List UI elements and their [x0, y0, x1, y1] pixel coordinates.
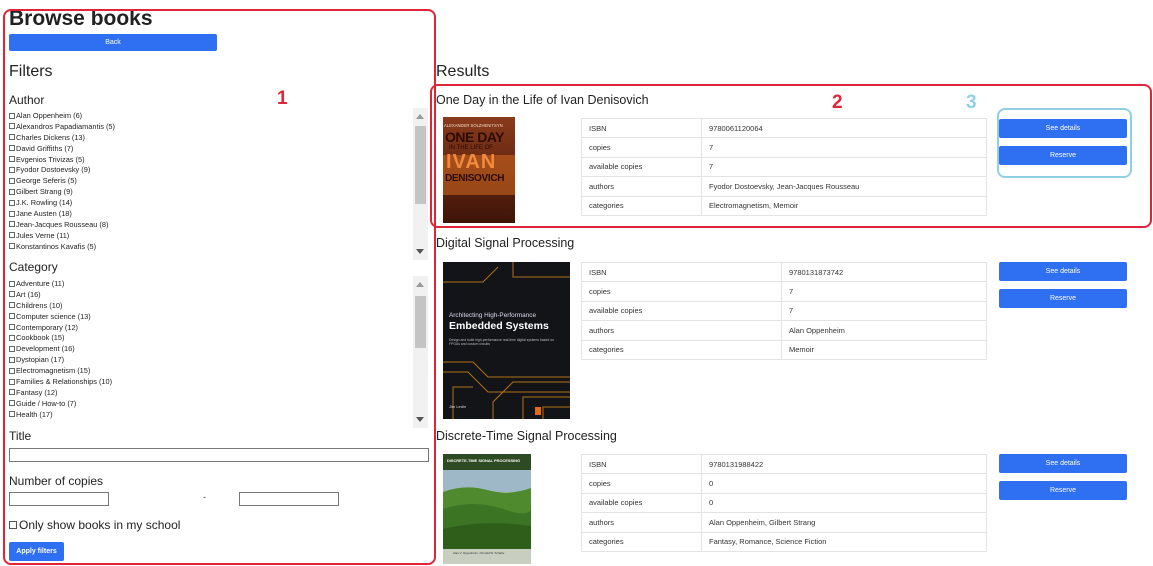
field-key: authors — [581, 320, 782, 341]
table-row: categories Memoir — [581, 339, 987, 360]
field-key: available copies — [581, 300, 782, 322]
book-info-table: ISBN 9780131988422 copies 0 available copi… — [581, 453, 987, 552]
table-row: ISBN 9780131873742 — [581, 261, 987, 283]
annotation-label-2: 2 — [832, 92, 843, 113]
field-value: 0 — [701, 473, 987, 494]
field-value: Alan Oppenheim, Gilbert Strang — [701, 512, 987, 533]
field-value: Alan Oppenheim — [781, 320, 987, 341]
field-value: 9780131988422 — [701, 453, 987, 475]
book-cover-image: Architecting High-Performance Embedded S… — [443, 262, 570, 419]
cover-title-line: Embedded Systems — [449, 320, 549, 332]
cover-subtitle: Design and build high-performance real-t… — [449, 338, 554, 347]
field-key: categories — [581, 339, 782, 360]
cover-art — [443, 454, 531, 564]
book-info-table: ISBN 9780131873742 copies 7 available copi… — [581, 261, 987, 360]
table-row: authors Alan Oppenheim, Gilbert Strang — [581, 512, 987, 533]
table-row: categories Fantasy, Romance, Science Fict… — [581, 531, 987, 552]
field-key: copies — [581, 281, 782, 302]
cover-author: Alan V. Oppenheim • Ronald W. Schafer — [453, 551, 505, 555]
table-row: available copies 0 — [581, 492, 987, 514]
field-key: copies — [581, 473, 702, 494]
book-title: Digital Signal Processing — [436, 236, 575, 250]
field-value: Fantasy, Romance, Science Fiction — [701, 531, 987, 552]
table-row: available copies 7 — [581, 300, 987, 322]
book-title: Discrete-Time Signal Processing — [436, 429, 617, 443]
table-row: ISBN 9780131988422 — [581, 453, 987, 475]
field-key: authors — [581, 512, 702, 533]
field-value: 7 — [781, 281, 987, 302]
field-key: ISBN — [581, 261, 782, 283]
reserve-button[interactable]: Reserve — [999, 289, 1127, 308]
book-cover-image: DISCRETE-TIME SIGNAL PROCESSING Alan V. … — [443, 454, 531, 564]
field-value: 7 — [781, 300, 987, 322]
field-key: ISBN — [581, 453, 702, 475]
table-row: copies 7 — [581, 281, 987, 302]
annotation-box-3 — [997, 108, 1132, 178]
table-row: authors Alan Oppenheim — [581, 320, 987, 341]
table-row: copies 0 — [581, 473, 987, 494]
reserve-button[interactable]: Reserve — [999, 481, 1127, 500]
annotation-label-3: 3 — [966, 92, 977, 113]
see-details-button[interactable]: See details — [999, 262, 1127, 281]
field-value: 0 — [701, 492, 987, 514]
cover-title-line: Architecting High-Performance — [449, 312, 537, 319]
annotation-box-1 — [3, 9, 436, 565]
cover-title-line: DISCRETE-TIME SIGNAL PROCESSING — [447, 458, 520, 463]
field-key: categories — [581, 531, 702, 552]
see-details-button[interactable]: See details — [999, 454, 1127, 473]
field-value: 9780131873742 — [781, 261, 987, 283]
annotation-label-1: 1 — [277, 88, 288, 109]
field-value: Memoir — [781, 339, 987, 360]
results-heading: Results — [436, 63, 490, 80]
field-key: available copies — [581, 492, 702, 514]
cover-author: Jim Ledin — [449, 404, 467, 409]
